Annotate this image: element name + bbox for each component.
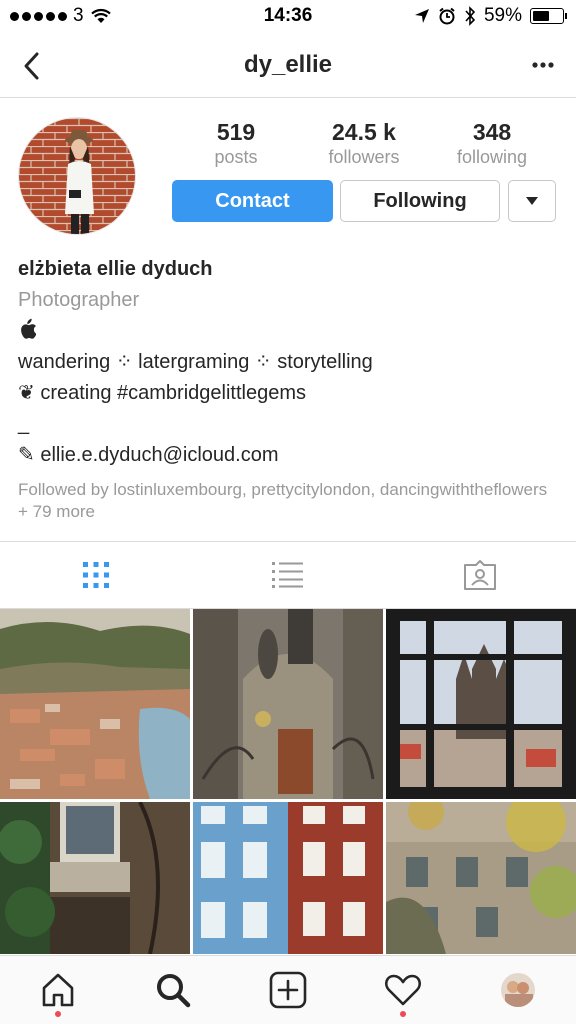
tagged-icon	[464, 560, 496, 590]
stat-followers-value: 24.5 k	[332, 119, 396, 145]
profile-view-tabs	[0, 541, 576, 609]
tab-search[interactable]	[115, 956, 230, 1024]
tab-grid[interactable]	[0, 542, 192, 608]
search-icon	[156, 974, 191, 1008]
following-button[interactable]: Following	[340, 180, 500, 222]
location-arrow-icon	[414, 9, 429, 23]
suggested-dropdown-button[interactable]	[508, 180, 556, 222]
profile-photo	[19, 118, 135, 234]
home-notification-dot	[54, 1011, 61, 1017]
bio-email-link[interactable]: ✎ ellie.e.dyduch@icloud.com	[18, 440, 558, 471]
bluetooth-icon	[465, 6, 476, 26]
tab-list[interactable]	[192, 542, 384, 608]
profile-category: Photographer	[18, 289, 140, 311]
post-thumbnail[interactable]	[386, 609, 576, 799]
bio-divider-dash: _	[18, 413, 30, 435]
bio-creating-line: ❦ creating #cambridgelittlegems	[18, 382, 306, 404]
battery-percent: 59%	[483, 5, 522, 26]
bottom-tab-bar	[0, 955, 576, 1024]
status-right-group: 59%	[414, 5, 567, 27]
more-dots-icon[interactable]	[528, 50, 558, 80]
stat-followers[interactable]: 24.5 k followers	[300, 118, 428, 168]
status-bar: 3 14:36 59%	[0, 0, 576, 34]
caret-down-icon	[526, 197, 538, 205]
tab-home[interactable]	[0, 956, 115, 1024]
add-icon	[269, 971, 307, 1009]
battery-icon	[530, 8, 567, 24]
profile-full-name: elżbieta ellie dyduch	[18, 258, 213, 280]
profile-bio: elżbieta ellie dyduch Photographer wande…	[18, 254, 558, 523]
post-thumbnail[interactable]	[386, 802, 576, 954]
stat-posts-value: 519	[216, 119, 256, 145]
stat-posts[interactable]: 519 posts	[172, 118, 300, 168]
grid-icon	[83, 562, 109, 588]
post-thumbnail[interactable]	[193, 609, 383, 799]
followed-by-text[interactable]: Followed by lostinluxembourg, prettycity…	[18, 479, 558, 523]
tab-profile[interactable]	[461, 956, 576, 1024]
stat-following[interactable]: 348 following	[428, 118, 556, 168]
heart-icon	[385, 974, 422, 1006]
activity-notification-dot	[400, 1011, 407, 1017]
contact-button[interactable]: Contact	[172, 180, 333, 222]
post-thumbnail[interactable]	[0, 609, 190, 799]
avatar	[501, 973, 536, 1007]
post-thumbnail[interactable]	[193, 802, 383, 954]
profile-stats: 519 posts 24.5 k followers 348 following	[172, 118, 556, 168]
tab-add[interactable]	[230, 956, 345, 1024]
tab-activity[interactable]	[346, 956, 461, 1024]
photo-grid	[0, 609, 576, 954]
tab-tagged[interactable]	[384, 542, 576, 608]
stat-following-value: 348	[472, 119, 512, 145]
stat-posts-label: posts	[214, 147, 258, 167]
home-icon	[42, 973, 73, 1007]
apple-logo-icon	[18, 316, 558, 347]
profile-avatar[interactable]	[18, 117, 136, 235]
stat-following-label: following	[456, 147, 528, 167]
bio-tags-line: wandering ⁘ latergraming ⁘ storytelling	[18, 351, 373, 373]
alarm-clock-icon	[439, 7, 455, 25]
post-thumbnail[interactable]	[0, 802, 190, 954]
profile-username-title: dy_ellie	[243, 51, 333, 78]
top-navigation-bar: dy_ellie	[0, 34, 576, 98]
stat-followers-label: followers	[328, 147, 400, 167]
list-icon	[272, 562, 303, 588]
